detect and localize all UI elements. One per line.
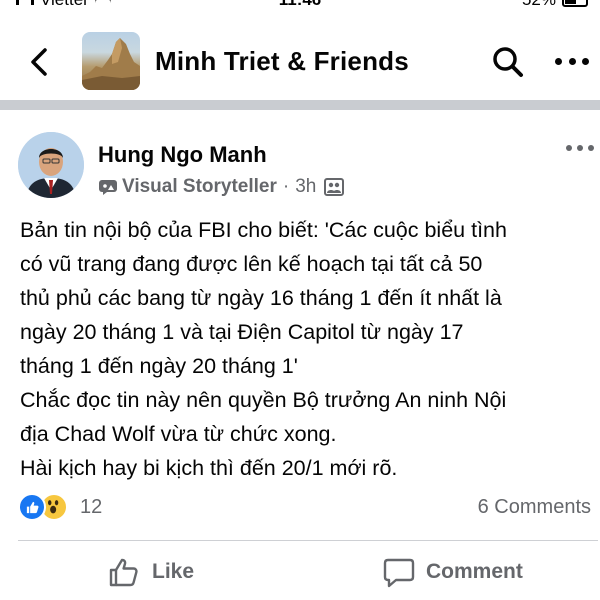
meta-separator: · — [282, 176, 290, 197]
post-text-line: thủ phủ các bang từ ngày 16 tháng 1 đến … — [20, 286, 502, 310]
author-avatar[interactable] — [18, 132, 84, 198]
audience-group-icon — [324, 178, 345, 196]
dot — [588, 145, 594, 151]
dot — [577, 145, 583, 151]
feed-separator — [0, 100, 600, 110]
post-text-line: Chắc đọc tin này nên quyền Bộ trưởng An … — [20, 388, 507, 412]
post-text-line: địa Chad Wolf vừa từ chức xong. — [20, 422, 337, 446]
action-divider — [18, 540, 598, 541]
post-text-line: ngày 20 tháng 1 và tại Điện Capitol từ n… — [20, 320, 464, 344]
post-card: Hung Ngo Manh Visual Storyteller · 3h Bả… — [0, 110, 600, 600]
post-time[interactable]: 3h — [295, 176, 316, 198]
reactions-summary: 12 6 Comments — [18, 493, 593, 523]
group-cover-image[interactable] — [82, 32, 140, 90]
post-text: Bản tin nội bộ của FBI cho biết: 'Các cu… — [20, 213, 595, 485]
like-label: Like — [152, 560, 195, 583]
more-horizontal-icon — [555, 57, 562, 65]
more-options-button[interactable] — [552, 46, 592, 76]
battery-icon — [562, 0, 588, 7]
post-options-button[interactable] — [566, 142, 594, 154]
comments-count[interactable]: 6 Comments — [478, 496, 591, 519]
author-name[interactable]: Hung Ngo Manh — [98, 142, 267, 168]
comment-label: Comment — [426, 560, 523, 583]
search-icon — [493, 47, 523, 77]
chevron-left-icon — [31, 48, 47, 76]
group-header: Minh Triet & Friends — [0, 22, 600, 100]
more-horizontal-icon — [566, 145, 572, 151]
status-bar: Viettel 11:46 52% — [0, 0, 600, 12]
like-button[interactable]: Like — [108, 556, 194, 588]
search-button[interactable] — [490, 44, 526, 80]
comment-bubble-icon — [383, 558, 415, 588]
thumbs-up-icon — [109, 558, 138, 587]
group-title[interactable]: Minh Triet & Friends — [155, 46, 409, 77]
battery-indicator: 52% — [522, 0, 588, 10]
author-badge[interactable]: Visual Storyteller — [122, 176, 277, 198]
status-time: 11:46 — [0, 0, 600, 10]
post-actions: Like Comment — [0, 550, 600, 600]
battery-percent: 52% — [522, 0, 556, 10]
dot — [568, 57, 576, 65]
back-button[interactable] — [22, 44, 58, 80]
post-text-line: Hài kịch hay bi kịch thì đến 20/1 mới rõ… — [20, 456, 398, 480]
visual-storyteller-badge-icon — [99, 180, 117, 195]
like-reaction-icon — [18, 493, 46, 521]
post-text-line: Bản tin nội bộ của FBI cho biết: 'Các cu… — [20, 218, 507, 242]
post-meta: Visual Storyteller · 3h — [98, 176, 345, 198]
comment-button[interactable]: Comment — [382, 556, 523, 588]
reaction-count[interactable]: 12 — [80, 496, 102, 519]
post-text-line: tháng 1 đến ngày 20 tháng 1' — [20, 354, 298, 378]
dot — [582, 57, 589, 65]
post-text-line: có vũ trang đang được lên kế hoạch tại t… — [20, 252, 483, 276]
reaction-icons[interactable] — [18, 493, 68, 521]
